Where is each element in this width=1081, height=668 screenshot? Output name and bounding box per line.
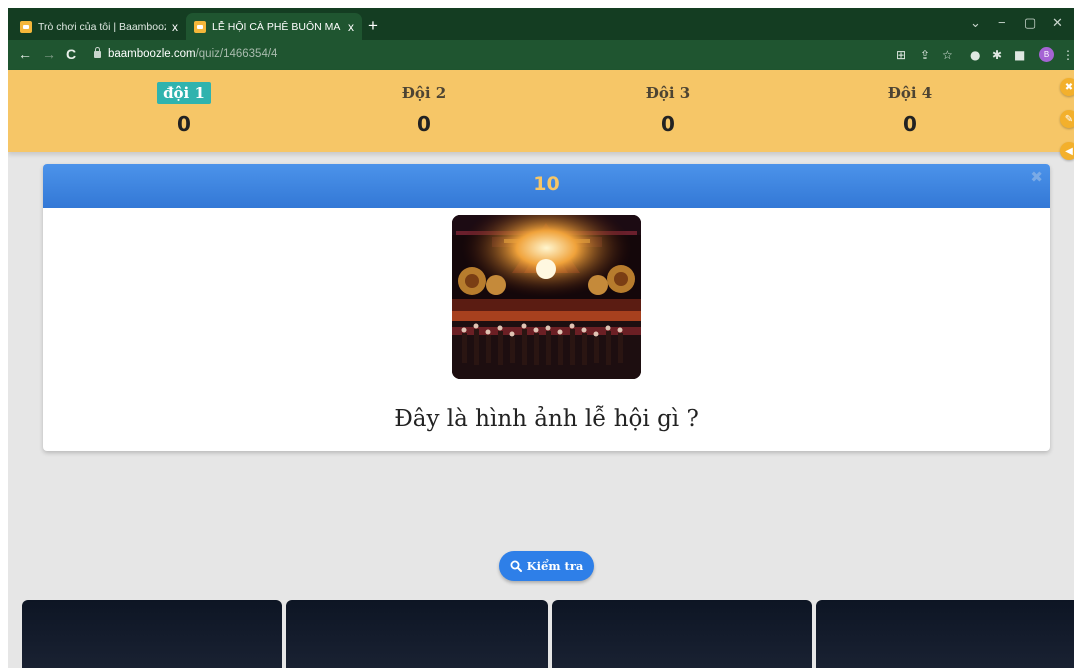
team-name: Đội 2 [401, 84, 447, 102]
baamboozle-favicon-icon [194, 20, 206, 33]
extension-globe-icon[interactable]: ● [970, 48, 980, 62]
question-card-header: 10 ✖ [43, 164, 1050, 208]
browser-menu-icon[interactable]: ⋮ [1062, 48, 1074, 62]
sound-toggle-icon[interactable]: ◀ [1060, 142, 1074, 160]
edit-pencil-icon[interactable]: ✎ [1060, 110, 1074, 128]
question-card: 10 ✖ Đây là hình ảnh lễ hội gì ? [43, 164, 1050, 451]
question-text: Đây là hình ảnh lễ hội gì ? [394, 406, 699, 432]
tab-title: Trò chơi của tôi | Baamboozle - B [38, 20, 166, 33]
translate-icon[interactable]: ⊞ [896, 48, 906, 62]
browser-address-bar: ← → C baamboozle.com/quiz/1466354/4 ⊞ ⇪ … [8, 40, 1074, 70]
team-2[interactable]: Đội 2 0 [354, 82, 494, 136]
back-button[interactable]: ← [18, 46, 32, 62]
team-name: Đội 3 [645, 84, 691, 102]
lock-icon [94, 47, 101, 58]
team-3[interactable]: Đội 3 0 [598, 82, 738, 136]
share-icon[interactable]: ⇪ [920, 48, 930, 62]
team-score: 0 [417, 112, 431, 136]
question-tile[interactable] [816, 600, 1074, 668]
team-name: đội 1 [157, 82, 211, 104]
browser-tab-my-games[interactable]: Trò chơi của tôi | Baamboozle - B x [12, 13, 186, 40]
question-tiles-area [8, 596, 1074, 668]
url-host: baamboozle.com [108, 48, 196, 60]
side-panel-icon[interactable]: ■ [1014, 48, 1025, 62]
close-game-button[interactable]: ✖ [1060, 78, 1074, 96]
check-button-label: Kiểm tra [526, 559, 584, 573]
browser-tab-strip: Trò chơi của tôi | Baamboozle - B x LỄ H… [8, 8, 1074, 40]
bookmark-star-icon[interactable]: ☆ [942, 48, 953, 62]
team-score: 0 [661, 112, 675, 136]
url-path: /quiz/1466354/4 [195, 48, 278, 60]
url-field[interactable]: baamboozle.com/quiz/1466354/4 [108, 48, 277, 60]
tab-close-icon[interactable]: x [172, 20, 178, 34]
maximize-button[interactable]: ▢ [1024, 15, 1036, 31]
forward-button[interactable]: → [42, 46, 56, 62]
question-tile[interactable] [22, 600, 282, 668]
team-score: 0 [903, 112, 917, 136]
baamboozle-favicon-icon [20, 20, 32, 33]
search-icon [510, 560, 522, 572]
close-question-icon[interactable]: ✖ [1030, 168, 1043, 186]
tab-search-icon[interactable]: ⌄ [970, 15, 981, 31]
team-name: Đội 4 [887, 84, 933, 102]
team-score: 0 [177, 112, 191, 136]
festival-photo [452, 215, 641, 379]
check-answer-button[interactable]: Kiểm tra [499, 551, 594, 581]
minimize-button[interactable]: − [998, 15, 1006, 30]
reload-button[interactable]: C [66, 46, 76, 62]
app-frame: Trò chơi của tôi | Baamboozle - B x LỄ H… [8, 8, 1074, 668]
profile-avatar[interactable]: B [1039, 47, 1054, 62]
question-tile[interactable] [286, 600, 548, 668]
team-4[interactable]: Đội 4 0 [840, 82, 980, 136]
new-tab-button[interactable]: + [368, 16, 378, 36]
question-points: 10 [533, 173, 560, 195]
extensions-puzzle-icon[interactable]: ✱ [992, 48, 1002, 62]
team-1[interactable]: đội 1 0 [114, 82, 254, 136]
question-tile[interactable] [552, 600, 812, 668]
team-score-bar: đội 1 0 Đội 2 0 Đội 3 0 Đội 4 0 [8, 70, 1074, 152]
browser-tab-quiz[interactable]: LỄ HỘI CÀ PHÊ BUÔN MA THUỘ x [186, 13, 362, 40]
window-close-button[interactable]: ✕ [1052, 15, 1063, 31]
tab-close-icon[interactable]: x [348, 20, 354, 34]
tab-title: LỄ HỘI CÀ PHÊ BUÔN MA THUỘ [212, 20, 342, 33]
